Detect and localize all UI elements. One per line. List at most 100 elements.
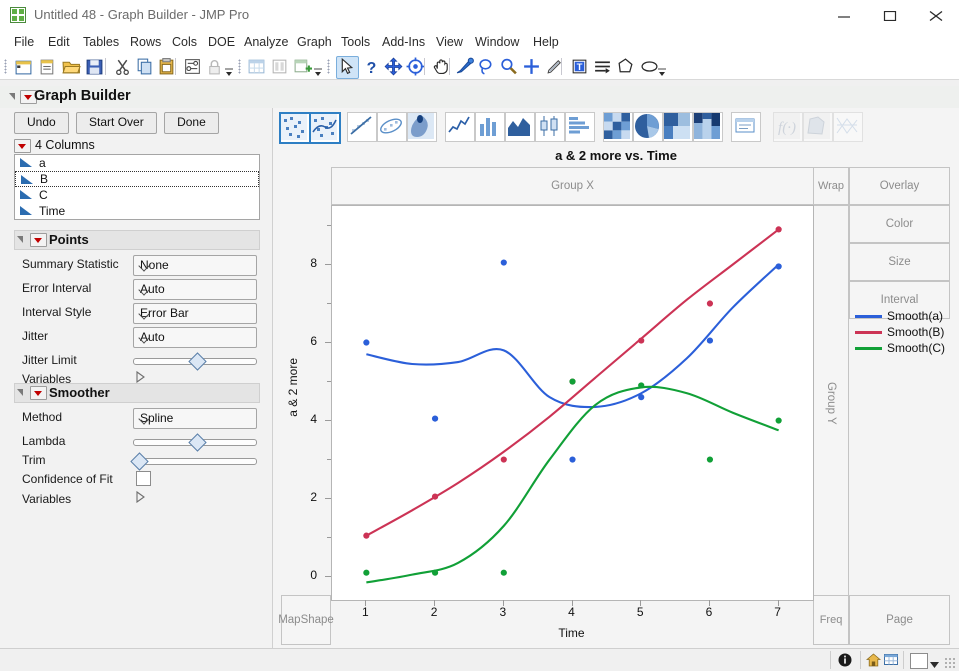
properties-icon[interactable]: [183, 57, 202, 76]
column-item-c[interactable]: C: [15, 187, 259, 203]
copy-icon[interactable]: [135, 57, 154, 76]
points-red-triangle-menu[interactable]: [30, 233, 47, 247]
menu-help[interactable]: Help: [527, 34, 565, 51]
smoother-lambda-slider[interactable]: [133, 433, 257, 452]
slider-knob[interactable]: [188, 352, 207, 371]
legend-item[interactable]: Smooth(C): [853, 340, 945, 356]
crosshairs-plus-icon[interactable]: [522, 57, 541, 76]
smoother-confidence-of-fit-checkbox[interactable]: [136, 471, 151, 486]
data-point[interactable]: [638, 337, 645, 344]
data-point[interactable]: [706, 456, 714, 463]
pie-chart-type[interactable]: [633, 112, 663, 142]
area-chart-type[interactable]: [505, 112, 535, 142]
info-icon[interactable]: [838, 653, 852, 670]
drop-zone-map-shape[interactable]: Map Shape: [278, 595, 334, 645]
contour-type[interactable]: [407, 112, 437, 142]
arrow-select-icon[interactable]: [337, 57, 356, 76]
data-point[interactable]: [363, 569, 370, 576]
legend-item[interactable]: Smooth(B): [853, 324, 945, 340]
outline-disclosure-triangle[interactable]: [9, 93, 15, 100]
menu-view[interactable]: View: [430, 34, 469, 51]
data-point[interactable]: [706, 337, 714, 344]
smoother-disclosure-triangle[interactable]: [17, 389, 23, 396]
data-point[interactable]: [431, 415, 439, 422]
color-swatch[interactable]: [910, 653, 928, 669]
drop-zone-color[interactable]: Color: [849, 205, 950, 243]
data-point[interactable]: [363, 339, 370, 346]
menu-doe[interactable]: DOE: [202, 34, 241, 51]
heatmap-type[interactable]: [603, 112, 633, 142]
slider-knob[interactable]: [130, 452, 149, 471]
caption-box-type[interactable]: [731, 112, 761, 142]
points-error-interval-select[interactable]: Auto: [133, 279, 257, 300]
legend-item[interactable]: Smooth(a): [853, 308, 945, 324]
slider-knob[interactable]: [188, 433, 207, 452]
data-point[interactable]: [569, 456, 576, 463]
column-item-a[interactable]: a: [15, 155, 259, 171]
data-point[interactable]: [500, 569, 507, 576]
points-section-bar[interactable]: Points: [14, 230, 260, 250]
menu-tables[interactable]: Tables: [77, 34, 125, 51]
treemap-type[interactable]: [663, 112, 693, 142]
menu-cols[interactable]: Cols: [166, 34, 203, 51]
undo-button[interactable]: Undo: [14, 112, 69, 134]
target-icon[interactable]: [406, 57, 425, 76]
column-item-time[interactable]: Time: [15, 203, 259, 219]
menu-add-ins[interactable]: Add-Ins: [376, 34, 431, 51]
lasso-icon[interactable]: [477, 57, 496, 76]
data-point[interactable]: [638, 394, 645, 401]
map-shapes-type[interactable]: [803, 112, 833, 142]
drop-zone-page[interactable]: Page: [849, 595, 950, 645]
save-icon[interactable]: [85, 57, 104, 76]
points-disclosure-triangle[interactable]: [17, 236, 23, 243]
data-point[interactable]: [775, 263, 782, 270]
toolbar-grip-2[interactable]: [327, 59, 330, 74]
drop-zone-freq[interactable]: Freq: [813, 595, 849, 645]
data-point[interactable]: [775, 226, 782, 233]
data-table-grid-icon[interactable]: [247, 57, 266, 76]
polygon-tool-icon[interactable]: [616, 57, 635, 76]
menu-window[interactable]: Window: [469, 34, 525, 51]
start-over-button[interactable]: Start Over: [76, 112, 157, 134]
menu-tools[interactable]: Tools: [335, 34, 376, 51]
smoother-trim-slider[interactable]: [130, 452, 257, 471]
drop-zone-group-x[interactable]: Group X: [331, 167, 814, 205]
columns-icon[interactable]: [270, 57, 289, 76]
smoother-variables-expander[interactable]: [136, 490, 145, 506]
menu-rows[interactable]: Rows: [124, 34, 167, 51]
data-point[interactable]: [775, 417, 782, 424]
drop-zone-overlay[interactable]: Overlay: [849, 167, 950, 205]
toolbar-overflow-0[interactable]: [225, 66, 233, 76]
cut-icon[interactable]: [113, 57, 132, 76]
open-icon[interactable]: [62, 57, 81, 76]
toolbar-overflow-1[interactable]: [314, 66, 322, 76]
home-icon[interactable]: [865, 653, 882, 670]
points-summary-statistic-select[interactable]: None: [133, 255, 257, 276]
columns-red-triangle-menu[interactable]: [14, 138, 31, 153]
toolbar-overflow-2[interactable]: [658, 66, 666, 76]
data-point[interactable]: [638, 382, 645, 389]
box-plot-type[interactable]: [535, 112, 565, 142]
data-point[interactable]: [569, 378, 576, 385]
magnifier-icon[interactable]: [499, 57, 518, 76]
new-script-icon[interactable]: [38, 57, 57, 76]
smoother-red-triangle-menu[interactable]: [30, 386, 47, 400]
drop-zone-group-y[interactable]: Group Y: [813, 205, 849, 601]
menu-file[interactable]: File: [8, 34, 40, 51]
columns-list[interactable]: a B C Time: [14, 154, 260, 220]
histogram-type[interactable]: [565, 112, 595, 142]
add-rows-icon[interactable]: [293, 57, 312, 76]
maximize-button[interactable]: [867, 0, 913, 30]
points-interval-style-select[interactable]: Error Bar: [133, 303, 257, 324]
line-of-fit-type[interactable]: [347, 112, 377, 142]
text-tool-icon[interactable]: T: [570, 57, 589, 76]
data-point[interactable]: [363, 532, 370, 539]
drop-zone-wrap[interactable]: Wrap: [813, 167, 849, 205]
ellipse-type[interactable]: [377, 112, 407, 142]
data-point[interactable]: [706, 300, 714, 307]
menu-graph[interactable]: Graph: [291, 34, 338, 51]
points-smoother-type[interactable]: [309, 112, 341, 144]
points-jitter-limit-slider[interactable]: [133, 352, 257, 371]
data-point[interactable]: [500, 259, 507, 266]
data-table-icon[interactable]: [884, 653, 899, 670]
